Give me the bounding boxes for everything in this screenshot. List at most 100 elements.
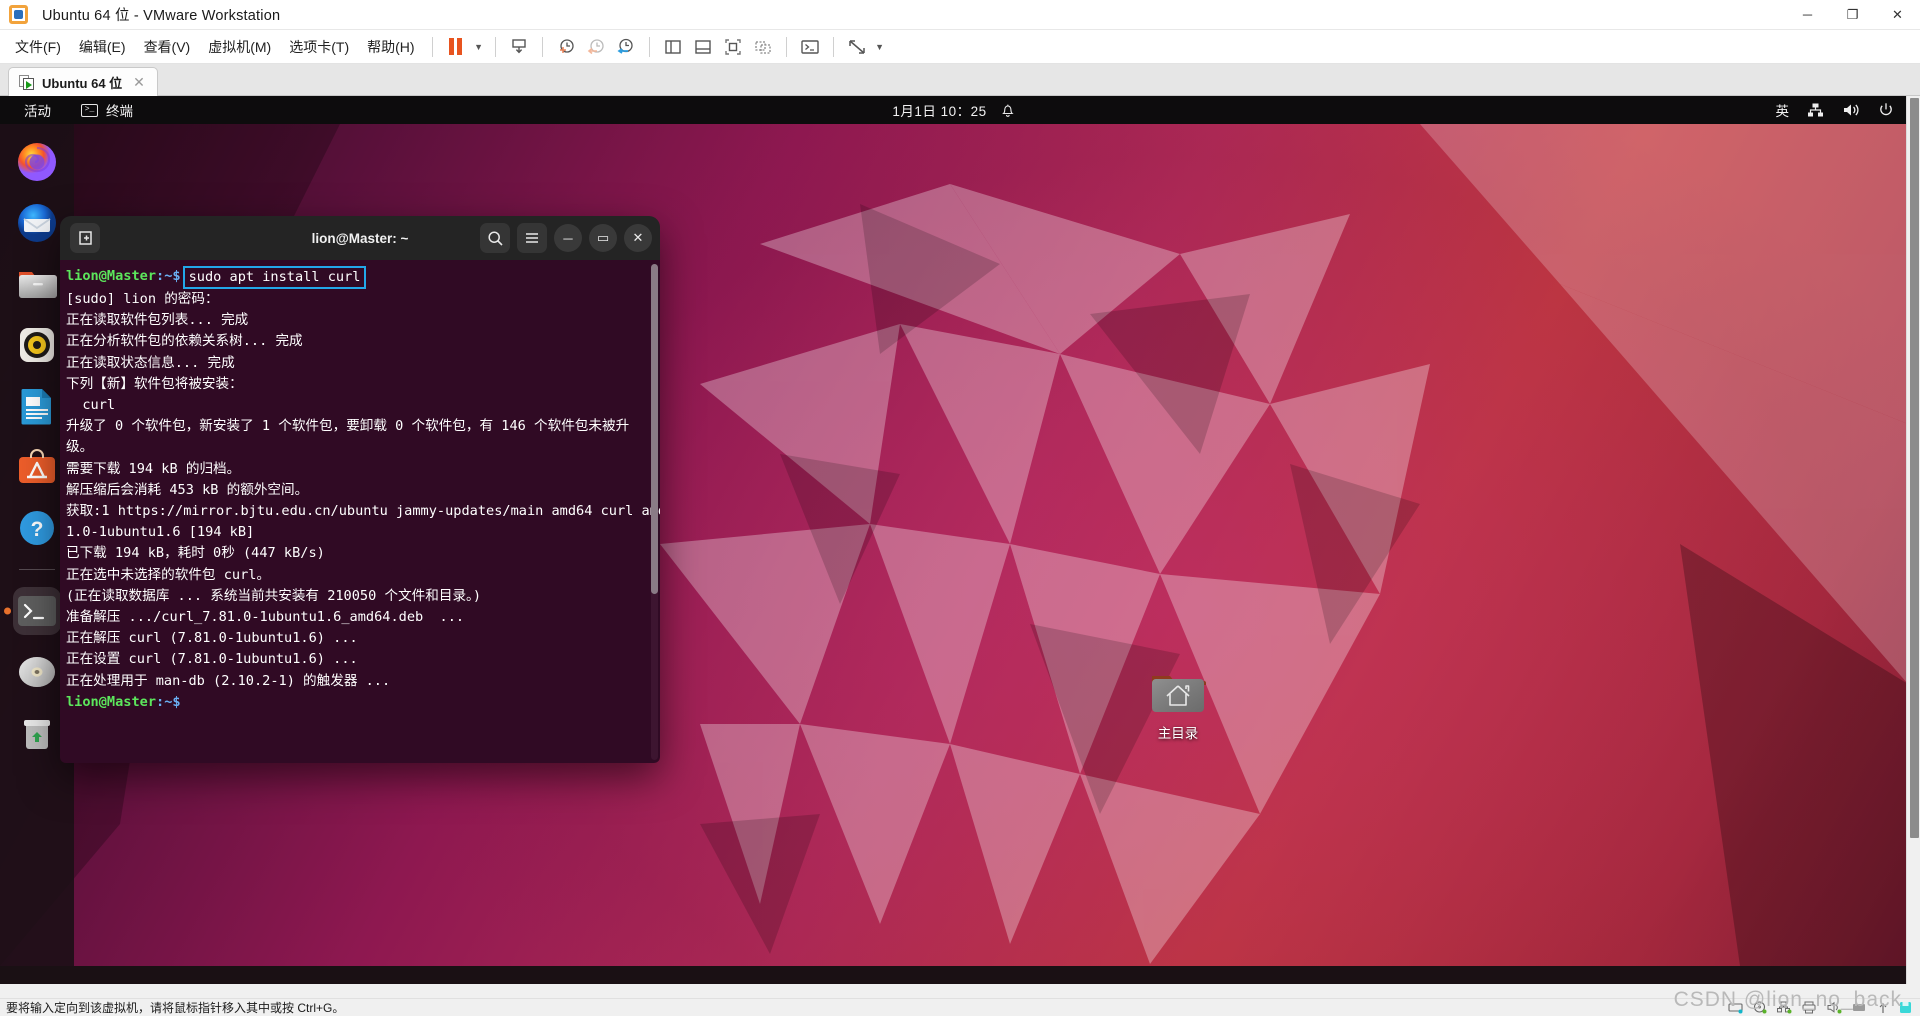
stretch-icon xyxy=(848,39,865,54)
guest-vertical-scrollbar-thumb[interactable] xyxy=(1910,98,1919,838)
terminal-titlebar: lion@Master: ~ ─ ▭ ✕ xyxy=(60,216,660,260)
terminal-line: 需要下载 194 kB 的归档。 xyxy=(66,460,241,477)
terminal-prompt-user: lion@Master xyxy=(66,693,157,710)
desktop-home-folder[interactable]: 主目录 xyxy=(1130,666,1226,742)
activities-button[interactable]: 活动 xyxy=(18,98,57,122)
guest-vertical-scrollbar[interactable] xyxy=(1906,96,1920,984)
menu-vm[interactable]: 虚拟机(M) xyxy=(199,32,280,62)
snapshot-revert-icon xyxy=(587,38,604,54)
vm-guest-screen[interactable]: 活动 >_ 终端 1月1日 10：25 英 主目录 lion@Master: ~… xyxy=(0,96,1920,984)
network-icon[interactable] xyxy=(1777,1001,1792,1014)
terminal-output[interactable]: lion@Master :~$ sudo apt install curl [sud… xyxy=(60,260,660,763)
dock-item-rhythmbox[interactable] xyxy=(13,321,61,369)
dock-item-app-center[interactable] xyxy=(13,443,61,491)
dock-item-help[interactable]: ? xyxy=(13,504,61,552)
terminal-title: lion@Master: ~ xyxy=(311,230,409,246)
manage-snapshots-button[interactable] xyxy=(611,34,641,60)
status-message: 要将输入定向到该虚拟机，请将鼠标指针移入其中或按 Ctrl+G。 xyxy=(6,1001,345,1015)
gnome-top-bar: 活动 >_ 终端 1月1日 10：25 英 xyxy=(0,96,1908,124)
sidebar-layout-icon xyxy=(664,39,681,54)
dock-item-thunderbird[interactable] xyxy=(13,199,61,247)
cd-icon[interactable] xyxy=(1753,1001,1767,1014)
stretch-button[interactable] xyxy=(842,34,872,60)
suspend-button[interactable] xyxy=(441,34,471,60)
dock-item-trash[interactable] xyxy=(13,709,61,757)
menu-help[interactable]: 帮助(H) xyxy=(358,32,423,62)
send-ctrl-alt-del-button[interactable] xyxy=(504,34,534,60)
terminal-maximize-button[interactable]: ▭ xyxy=(589,224,617,252)
full-screen-button[interactable] xyxy=(718,34,748,60)
terminal-line: 正在选中未选择的软件包 curl。 xyxy=(66,566,271,583)
minimize-button[interactable]: ─ xyxy=(1785,0,1830,30)
terminal-search-button[interactable] xyxy=(480,223,510,253)
dock-item-files[interactable] xyxy=(13,260,61,308)
disc-icon xyxy=(19,657,55,687)
dock-item-firefox[interactable] xyxy=(13,138,61,186)
vmware-titlebar: Ubuntu 64 位 - VMware Workstation ─ ❐ ✕ xyxy=(0,0,1920,30)
window-controls: ─ ❐ ✕ xyxy=(1785,0,1920,30)
terminal-scrollbar[interactable] xyxy=(651,264,658,760)
display-icon[interactable] xyxy=(1852,1001,1867,1014)
terminal-line: 正在分析软件包的依赖关系树... 完成 xyxy=(66,333,303,350)
svg-text:?: ? xyxy=(31,518,44,541)
terminal-menu-button[interactable] xyxy=(517,223,547,253)
sound-icon[interactable] xyxy=(1827,1001,1842,1014)
dock-item-libreoffice-writer[interactable] xyxy=(13,382,61,430)
terminal-line: 正在读取状态信息... 完成 xyxy=(66,354,235,371)
dock-item-terminal[interactable] xyxy=(4,587,61,635)
hard-disk-icon[interactable] xyxy=(1728,1001,1743,1014)
vm-tab-close-icon[interactable]: ✕ xyxy=(129,74,149,91)
show-sidebar-button[interactable] xyxy=(658,34,688,60)
dock-item-disc[interactable] xyxy=(13,648,61,696)
running-indicator-dot xyxy=(4,607,11,615)
usb-icon[interactable] xyxy=(1877,1001,1889,1014)
search-icon xyxy=(487,230,503,246)
printer-icon[interactable] xyxy=(1802,1001,1817,1014)
console-button[interactable] xyxy=(795,34,825,60)
status-device-icons xyxy=(1728,1001,1920,1014)
terminal-line: [sudo] lion 的密码： xyxy=(66,291,219,307)
terminal-minimize-button[interactable]: ─ xyxy=(554,224,582,252)
revert-snapshot-button[interactable] xyxy=(581,34,611,60)
close-button[interactable]: ✕ xyxy=(1875,0,1920,30)
terminal-window[interactable]: lion@Master: ~ ─ ▭ ✕ lion@Master:~$ sudo… xyxy=(60,216,660,763)
terminal-close-button[interactable]: ✕ xyxy=(624,224,652,252)
menu-tabs[interactable]: 选项卡(T) xyxy=(280,32,358,62)
chevron-down-icon[interactable]: ▼ xyxy=(872,42,888,52)
desktop-home-folder-label: 主目录 xyxy=(1157,726,1199,741)
trash-icon xyxy=(24,720,50,749)
network-icon[interactable] xyxy=(1807,102,1824,118)
terminal-line: 级。 xyxy=(66,439,94,456)
new-tab-button[interactable] xyxy=(70,223,100,253)
terminal-line: 正在设置 curl (7.81.0-1ubuntu1.6) ... xyxy=(66,651,358,668)
maximize-button[interactable]: ❐ xyxy=(1830,0,1875,30)
vmware-menubar: 文件(F) 编辑(E) 查看(V) 虚拟机(M) 选项卡(T) 帮助(H) ▼ xyxy=(0,30,1920,64)
screen-capture-icon xyxy=(511,38,526,53)
show-console-view-button[interactable] xyxy=(688,34,718,60)
bell-icon[interactable] xyxy=(1001,102,1016,118)
power-icon[interactable] xyxy=(1878,102,1894,118)
take-snapshot-button[interactable] xyxy=(551,34,581,60)
snapshot-manage-icon xyxy=(617,38,633,54)
bottom-layout-icon xyxy=(694,39,711,54)
menu-view[interactable]: 查看(V) xyxy=(135,32,200,62)
menu-edit[interactable]: 编辑(E) xyxy=(70,32,135,62)
vm-tab-label: Ubuntu 64 位 xyxy=(42,75,123,91)
clock[interactable]: 1月1日 10：25 xyxy=(892,100,986,120)
input-method-indicator[interactable]: 英 xyxy=(1776,100,1790,120)
volume-icon[interactable] xyxy=(1842,102,1860,118)
terminal-command-highlight[interactable]: sudo apt install curl xyxy=(182,266,367,289)
fullscreen-icon xyxy=(724,38,741,55)
chevron-down-icon[interactable]: ▼ xyxy=(471,42,487,52)
unity-mode-button[interactable] xyxy=(748,34,778,60)
active-app-menu[interactable]: >_ 终端 xyxy=(75,98,139,122)
menu-file[interactable]: 文件(F) xyxy=(6,32,70,62)
terminal-line: 解压缩后会消耗 453 kB 的额外空间。 xyxy=(66,481,309,498)
vm-tab-ubuntu[interactable]: Ubuntu 64 位 ✕ xyxy=(8,67,158,96)
home-folder-icon xyxy=(1152,676,1206,712)
unity-mode-icon xyxy=(754,40,771,54)
floppy-icon[interactable] xyxy=(1899,1001,1912,1014)
terminal-prompt-path: :~$ xyxy=(156,268,181,284)
terminal-line: curl xyxy=(66,397,116,414)
terminal-scrollbar-thumb[interactable] xyxy=(651,264,658,594)
